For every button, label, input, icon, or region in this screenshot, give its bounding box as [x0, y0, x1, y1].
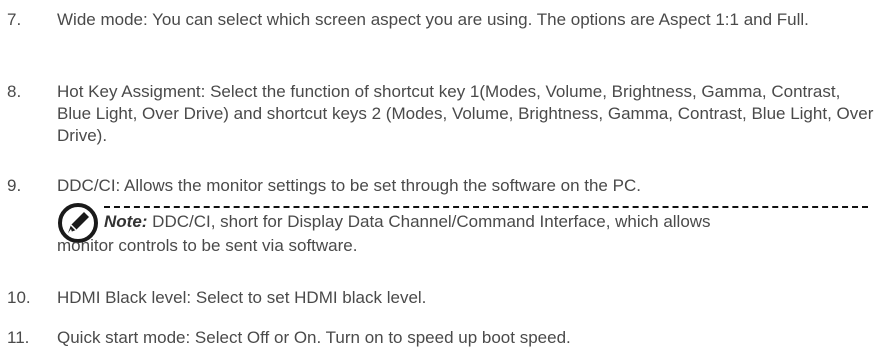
note-divider — [104, 206, 868, 208]
list-item-number: 7. — [7, 10, 22, 29]
note-label: Note: — [104, 212, 148, 231]
list-item-number: 8. — [7, 82, 22, 101]
list-item-number: 9. — [7, 176, 22, 195]
list-item-text: HDMI Black level: Select to set HDMI bla… — [57, 288, 427, 307]
list-item-text: Hot Key Assigment: Select the function o… — [57, 82, 874, 145]
note-box: Note: DDC/CI, short for Display Data Cha… — [0, 199, 879, 279]
list-item-text: DDC/CI: Allows the monitor settings to b… — [57, 176, 641, 195]
note-text: DDC/CI, short for Display Data Channel/C… — [147, 212, 711, 231]
note-text-line-2: monitor controls to be sent via software… — [57, 236, 358, 255]
list-item-text: Wide mode: You can select which screen a… — [57, 10, 809, 29]
list-item-text: Quick start mode: Select Off or On. Turn… — [57, 328, 571, 347]
list-item-number: 11. — [7, 328, 30, 347]
note-text-line-1: Note: DDC/CI, short for Display Data Cha… — [104, 211, 874, 233]
list-item-number: 10. — [7, 288, 31, 307]
